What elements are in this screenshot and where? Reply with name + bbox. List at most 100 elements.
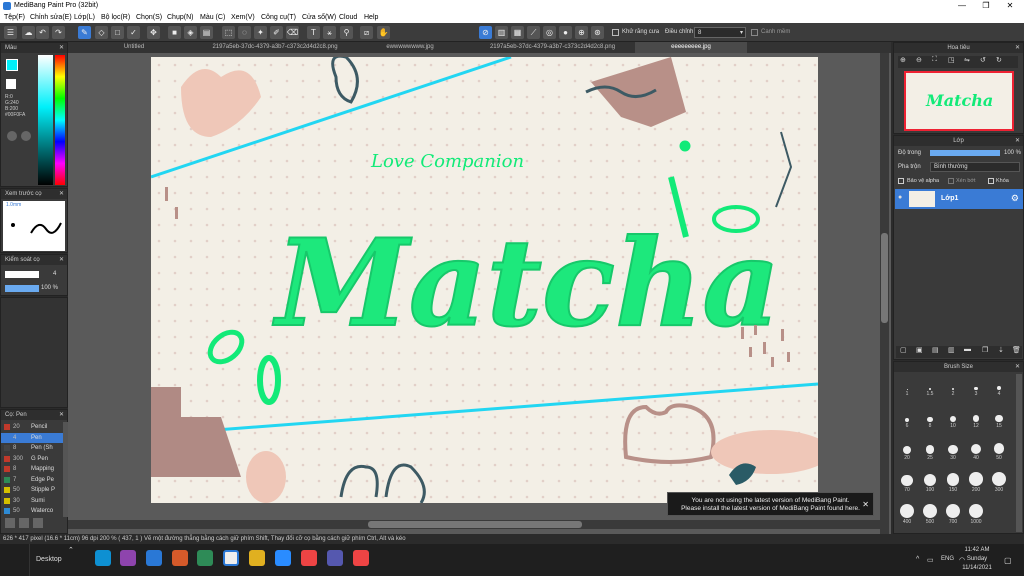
brush-size-option[interactable]: 2 xyxy=(942,374,964,404)
operation-tool-icon[interactable]: ⚹ xyxy=(323,26,336,39)
brush-opacity-slider[interactable] xyxy=(5,285,39,292)
brush-size-option[interactable]: 50 xyxy=(988,438,1010,468)
brush-size-slider[interactable] xyxy=(5,271,39,278)
menu-toggle-icon[interactable]: ☰ xyxy=(4,26,17,39)
close-icon[interactable]: ✕ xyxy=(1015,43,1020,53)
pen-tool-icon[interactable]: ✎ xyxy=(78,26,91,39)
brush-list-item[interactable]: 50 Stipple P xyxy=(1,485,63,495)
tray-chevron-icon[interactable]: ^ xyxy=(916,556,919,563)
brush-size-option[interactable]: 15 xyxy=(988,406,1010,436)
fit-screen-icon[interactable]: ⛶ xyxy=(932,56,937,64)
brush-menu-icon[interactable] xyxy=(33,518,43,528)
close-icon[interactable]: ✕ xyxy=(59,410,64,420)
brush-settings-icon[interactable] xyxy=(19,518,29,528)
brush-size-option[interactable]: 1000 xyxy=(965,502,987,532)
duplicate-layer-icon[interactable]: ❐ xyxy=(982,346,988,354)
brush-size-option[interactable]: 3 xyxy=(965,374,987,404)
menu-tools[interactable]: Công cụ(T) xyxy=(261,14,296,21)
close-icon[interactable]: ✕ xyxy=(59,255,64,265)
new-8bit-layer-icon[interactable]: ▤ xyxy=(932,346,939,354)
folder-icon[interactable]: ▬ xyxy=(964,346,971,353)
menu-help[interactable]: Help xyxy=(364,14,378,21)
divide-tool-icon[interactable]: ⧄ xyxy=(360,26,373,39)
ruler-focus-icon[interactable]: ⊕ xyxy=(575,26,588,39)
blend-select[interactable]: Bình thường xyxy=(930,162,1020,172)
language-indicator[interactable]: ENG xyxy=(941,556,954,562)
file-explorer-icon[interactable] xyxy=(249,550,265,566)
hue-slider[interactable] xyxy=(55,55,65,185)
notification-icon[interactable]: ▢ xyxy=(1004,556,1012,565)
battery-icon[interactable]: ▭ xyxy=(927,556,934,564)
chevron-up-icon[interactable]: ⌃ xyxy=(68,546,74,554)
rotate-left-icon[interactable]: ↺ xyxy=(980,56,986,64)
brush-size-option[interactable]: 150 xyxy=(942,470,964,500)
select-rect-icon[interactable]: ⬚ xyxy=(222,26,235,39)
color-saturation-bar[interactable] xyxy=(38,55,53,185)
menu-color[interactable]: Màu (C) xyxy=(200,14,225,21)
lock-checkbox[interactable] xyxy=(988,178,994,184)
transparent-color-swatch[interactable] xyxy=(6,79,16,89)
ruler-symmetry-icon[interactable]: ⊛ xyxy=(591,26,604,39)
snap-checkbox[interactable] xyxy=(751,29,758,36)
gradient-tool-icon[interactable]: ▤ xyxy=(200,26,213,39)
menu-edit[interactable]: Chỉnh sửa(E) xyxy=(30,14,72,21)
vertical-scroll-thumb[interactable] xyxy=(881,233,888,323)
brush-list-item[interactable]: 8 Mapping xyxy=(1,464,63,474)
merge-down-icon[interactable]: ⇣ xyxy=(998,346,1004,354)
skype-icon[interactable] xyxy=(95,550,111,566)
eyedropper-icon[interactable]: ⚲ xyxy=(340,26,353,39)
medibang-taskbar-icon[interactable] xyxy=(223,550,239,566)
brush-size-option[interactable]: 200 xyxy=(965,470,987,500)
menu-select[interactable]: Chọn(S) xyxy=(136,14,162,21)
brush-list-item[interactable]: 50 Waterco xyxy=(1,506,63,516)
brush-size-option[interactable]: 20 xyxy=(896,438,918,468)
gear-icon[interactable]: ⚙ xyxy=(1011,193,1019,204)
rect-fill-icon[interactable]: ■ xyxy=(168,26,181,39)
brush-size-option[interactable]: 300 xyxy=(988,470,1010,500)
close-notice-icon[interactable]: ✕ xyxy=(862,501,869,509)
rotate-right-icon[interactable]: ↻ xyxy=(996,56,1002,64)
menu-window[interactable]: Cửa sổ(W) xyxy=(302,14,336,21)
select-eraser-icon[interactable]: ⌫ xyxy=(286,26,299,39)
lasso-icon[interactable]: ◌ xyxy=(238,26,251,39)
redo-icon[interactable]: ↷ xyxy=(52,26,65,39)
app-purple-icon[interactable] xyxy=(120,550,136,566)
close-icon[interactable]: ✕ xyxy=(59,189,64,199)
brush-size-option[interactable]: 700 xyxy=(942,502,964,532)
brush-size-scrollbar[interactable] xyxy=(1016,374,1022,532)
actual-size-icon[interactable]: ◳ xyxy=(948,56,955,64)
magic-wand-icon[interactable]: ✦ xyxy=(254,26,267,39)
zoom-icon[interactable] xyxy=(275,550,291,566)
ruler-grid-icon[interactable]: ▦ xyxy=(511,26,524,39)
tab-doc-2[interactable]: ewwwwwwww.jpg xyxy=(350,42,470,53)
vertical-scrollbar[interactable] xyxy=(880,53,889,534)
close-icon[interactable]: ✕ xyxy=(1015,362,1020,372)
move-tool-icon[interactable]: ✥ xyxy=(147,26,160,39)
horizontal-scrollbar[interactable] xyxy=(68,520,880,529)
eye-icon[interactable]: ● xyxy=(898,194,902,201)
tab-doc-3[interactable]: 2197a5eb-37dc-4379-a3b7-c373c2d4d2c8.png xyxy=(470,42,635,53)
brush-size-option[interactable]: 40 xyxy=(965,438,987,468)
color-wheel-icon[interactable] xyxy=(7,131,17,141)
text-tool-icon[interactable]: T xyxy=(307,26,320,39)
brush-size-option[interactable]: 4 xyxy=(988,374,1010,404)
minimize-icon[interactable]: — xyxy=(950,0,974,12)
tab-doc-4[interactable]: eeeeeeeee.jpg xyxy=(635,42,747,53)
menu-file[interactable]: Tệp(F) xyxy=(4,14,25,21)
brush-size-option[interactable]: 10 xyxy=(942,406,964,436)
menu-filter[interactable]: Bộ lọc(R) xyxy=(101,14,130,21)
brush-list-item[interactable]: 7 Edge Pe xyxy=(1,475,63,485)
hand-tool-icon[interactable]: ✋ xyxy=(377,26,390,39)
excel-icon[interactable] xyxy=(197,550,213,566)
brush-size-option[interactable]: 70 xyxy=(896,470,918,500)
wifi-app-icon[interactable] xyxy=(172,550,188,566)
horizontal-scroll-thumb[interactable] xyxy=(368,521,582,528)
dot-tool-icon[interactable]: □ xyxy=(111,26,124,39)
brush-size-option[interactable]: 25 xyxy=(919,438,941,468)
navigator-thumbnail[interactable]: Matcha xyxy=(904,71,1014,131)
protect-alpha-checkbox[interactable] xyxy=(898,178,904,184)
palette-icon[interactable] xyxy=(21,131,31,141)
bucket-tool-icon[interactable]: ◈ xyxy=(184,26,197,39)
new-halftone-layer-icon[interactable]: ▣ xyxy=(916,346,923,354)
brush-list-item[interactable]: 300 G Pen xyxy=(1,454,63,464)
